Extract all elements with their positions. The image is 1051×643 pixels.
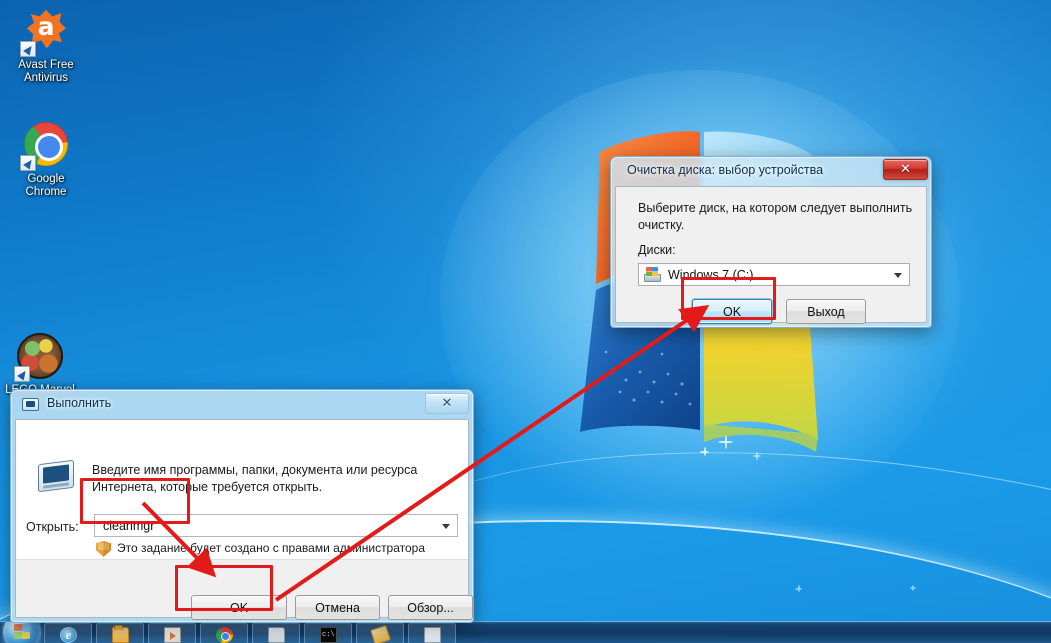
wallpaper-sparkle bbox=[700, 447, 709, 456]
disk-cleanup-body: Выберите диск, на котором следует выполн… bbox=[615, 186, 927, 324]
avast-icon: a bbox=[20, 8, 70, 57]
run-open-label: Открыть: bbox=[26, 520, 79, 534]
lego-marvel-icon bbox=[14, 333, 64, 382]
chrome-icon bbox=[216, 627, 233, 643]
wallpaper-sparkle bbox=[795, 585, 802, 592]
desktop-icon-label: Avast Free Antivirus bbox=[18, 59, 74, 84]
wallpaper-sparkle bbox=[753, 452, 761, 460]
run-dialog-titlebar[interactable]: Выполнить ✕ bbox=[11, 390, 473, 419]
chrome-icon bbox=[20, 122, 70, 171]
disk-cleanup-dialog: Очистка диска: выбор устройства ✕ Выбери… bbox=[610, 156, 932, 328]
taskbar-chrome[interactable] bbox=[200, 623, 248, 643]
taskbar-document[interactable] bbox=[408, 623, 456, 643]
document-icon bbox=[424, 627, 441, 643]
disk-cleanup-prompt-line-2: очистку. bbox=[638, 218, 685, 232]
run-cancel-button[interactable]: Отмена bbox=[295, 595, 380, 620]
chevron-down-icon bbox=[894, 272, 902, 278]
run-admin-note: Это задание будет создано с правами адми… bbox=[117, 541, 426, 555]
shortcut-overlay-icon bbox=[20, 41, 36, 57]
internet-explorer-icon bbox=[60, 627, 77, 643]
shortcut-overlay-icon bbox=[14, 366, 30, 382]
close-icon-glyph: ✕ bbox=[441, 396, 453, 411]
disk-cleanup-titlebar[interactable]: Очистка диска: выбор устройства ✕ bbox=[611, 157, 931, 186]
run-dialog-body: Введите имя программы, папки, документа … bbox=[15, 419, 473, 620]
wallpaper-sparkle bbox=[718, 434, 733, 449]
uac-shield-icon bbox=[96, 541, 111, 557]
run-dialog-title: Выполнить bbox=[47, 396, 112, 410]
run-browse-button[interactable]: Обзор... bbox=[388, 595, 473, 620]
taskbar-folder[interactable] bbox=[96, 623, 144, 643]
desktop-icon-label: Google Chrome bbox=[25, 173, 67, 198]
folder-icon bbox=[112, 625, 129, 643]
taskbar-explorer[interactable] bbox=[252, 623, 300, 643]
disk-cleanup-exit-button[interactable]: Выход bbox=[786, 299, 866, 324]
run-dialog: Выполнить ✕ Введите имя программы, папки… bbox=[10, 389, 474, 623]
drive-icon bbox=[644, 267, 661, 282]
drive-select-value: Windows 7 (C:) bbox=[668, 267, 754, 282]
disk-cleanup-ok-button[interactable]: OK bbox=[692, 299, 772, 324]
run-window-icon bbox=[22, 398, 39, 411]
taskbar bbox=[0, 621, 1051, 643]
desktop-icon-avast[interactable]: a Avast Free Antivirus bbox=[4, 8, 88, 85]
run-command-input[interactable]: cleanmgr bbox=[94, 514, 458, 537]
command-prompt-icon bbox=[320, 627, 337, 643]
taskbar-tool[interactable] bbox=[356, 623, 404, 643]
drives-label: Диски: bbox=[638, 243, 676, 257]
close-icon[interactable]: ✕ bbox=[883, 159, 928, 180]
close-icon-glyph: ✕ bbox=[900, 162, 911, 177]
desktop-screen: a Avast Free Antivirus Google Chrome LEG… bbox=[0, 0, 1051, 643]
run-program-icon bbox=[38, 459, 74, 493]
desktop-icon-chrome[interactable]: Google Chrome bbox=[4, 120, 88, 199]
tool-icon bbox=[369, 624, 392, 643]
media-player-icon bbox=[164, 627, 181, 643]
taskbar-media-player[interactable] bbox=[148, 623, 196, 643]
run-command-value: cleanmgr bbox=[103, 518, 155, 533]
run-ok-button[interactable]: OK bbox=[191, 595, 287, 620]
drive-select[interactable]: Windows 7 (C:) bbox=[638, 263, 910, 286]
disk-cleanup-prompt-line-1: Выберите диск, на котором следует выполн… bbox=[638, 201, 913, 215]
wallpaper-sparkle bbox=[672, 392, 683, 403]
taskbar-internet-explorer[interactable] bbox=[44, 623, 92, 643]
run-prompt-line-1: Введите имя программы, папки, документа … bbox=[92, 463, 418, 477]
close-icon[interactable]: ✕ bbox=[425, 393, 469, 414]
explorer-icon bbox=[268, 627, 285, 643]
disk-cleanup-title: Очистка диска: выбор устройства bbox=[627, 163, 824, 177]
taskbar-command-prompt[interactable] bbox=[304, 623, 352, 643]
start-button[interactable] bbox=[3, 622, 41, 643]
run-prompt-line-2: Интернета, которые требуется открыть. bbox=[92, 480, 323, 494]
shortcut-overlay-icon bbox=[20, 155, 36, 171]
chevron-down-icon[interactable] bbox=[442, 523, 450, 529]
wallpaper-sparkle bbox=[910, 585, 916, 591]
